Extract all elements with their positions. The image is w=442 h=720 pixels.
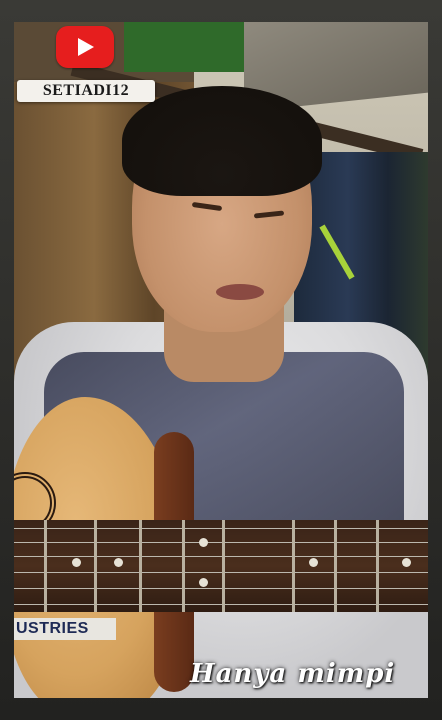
fret-inlay	[199, 538, 208, 547]
guitar-fret	[292, 520, 295, 612]
fret-inlay	[72, 558, 81, 567]
guitar-string	[14, 556, 428, 557]
lyric-caption: Hanya mimpi	[190, 659, 396, 689]
guitar-string	[14, 542, 428, 543]
guitar-string	[14, 588, 428, 589]
youtube-play-icon	[56, 26, 114, 68]
guitar-fret	[376, 520, 379, 612]
guitar-string	[14, 528, 428, 529]
guitar-fret	[94, 520, 97, 612]
fret-inlay	[114, 558, 123, 567]
singer-hair	[122, 86, 322, 196]
singer-mouth	[216, 284, 264, 300]
guitar-fret	[139, 520, 142, 612]
guitar-fret	[182, 520, 185, 612]
fret-inlay	[199, 578, 208, 587]
video-player[interactable]: USTRIES	[14, 22, 428, 698]
fret-inlay	[402, 558, 411, 567]
guitar-string	[14, 604, 428, 605]
guitar-fret	[334, 520, 337, 612]
guitar-string	[14, 572, 428, 573]
guitar-fret	[44, 520, 47, 612]
play-triangle-icon	[78, 38, 94, 56]
channel-name-badge: SETIADI12	[17, 80, 155, 102]
fret-inlay	[309, 558, 318, 567]
guitar-fret	[222, 520, 225, 612]
guitar-sticker: USTRIES	[14, 618, 116, 640]
